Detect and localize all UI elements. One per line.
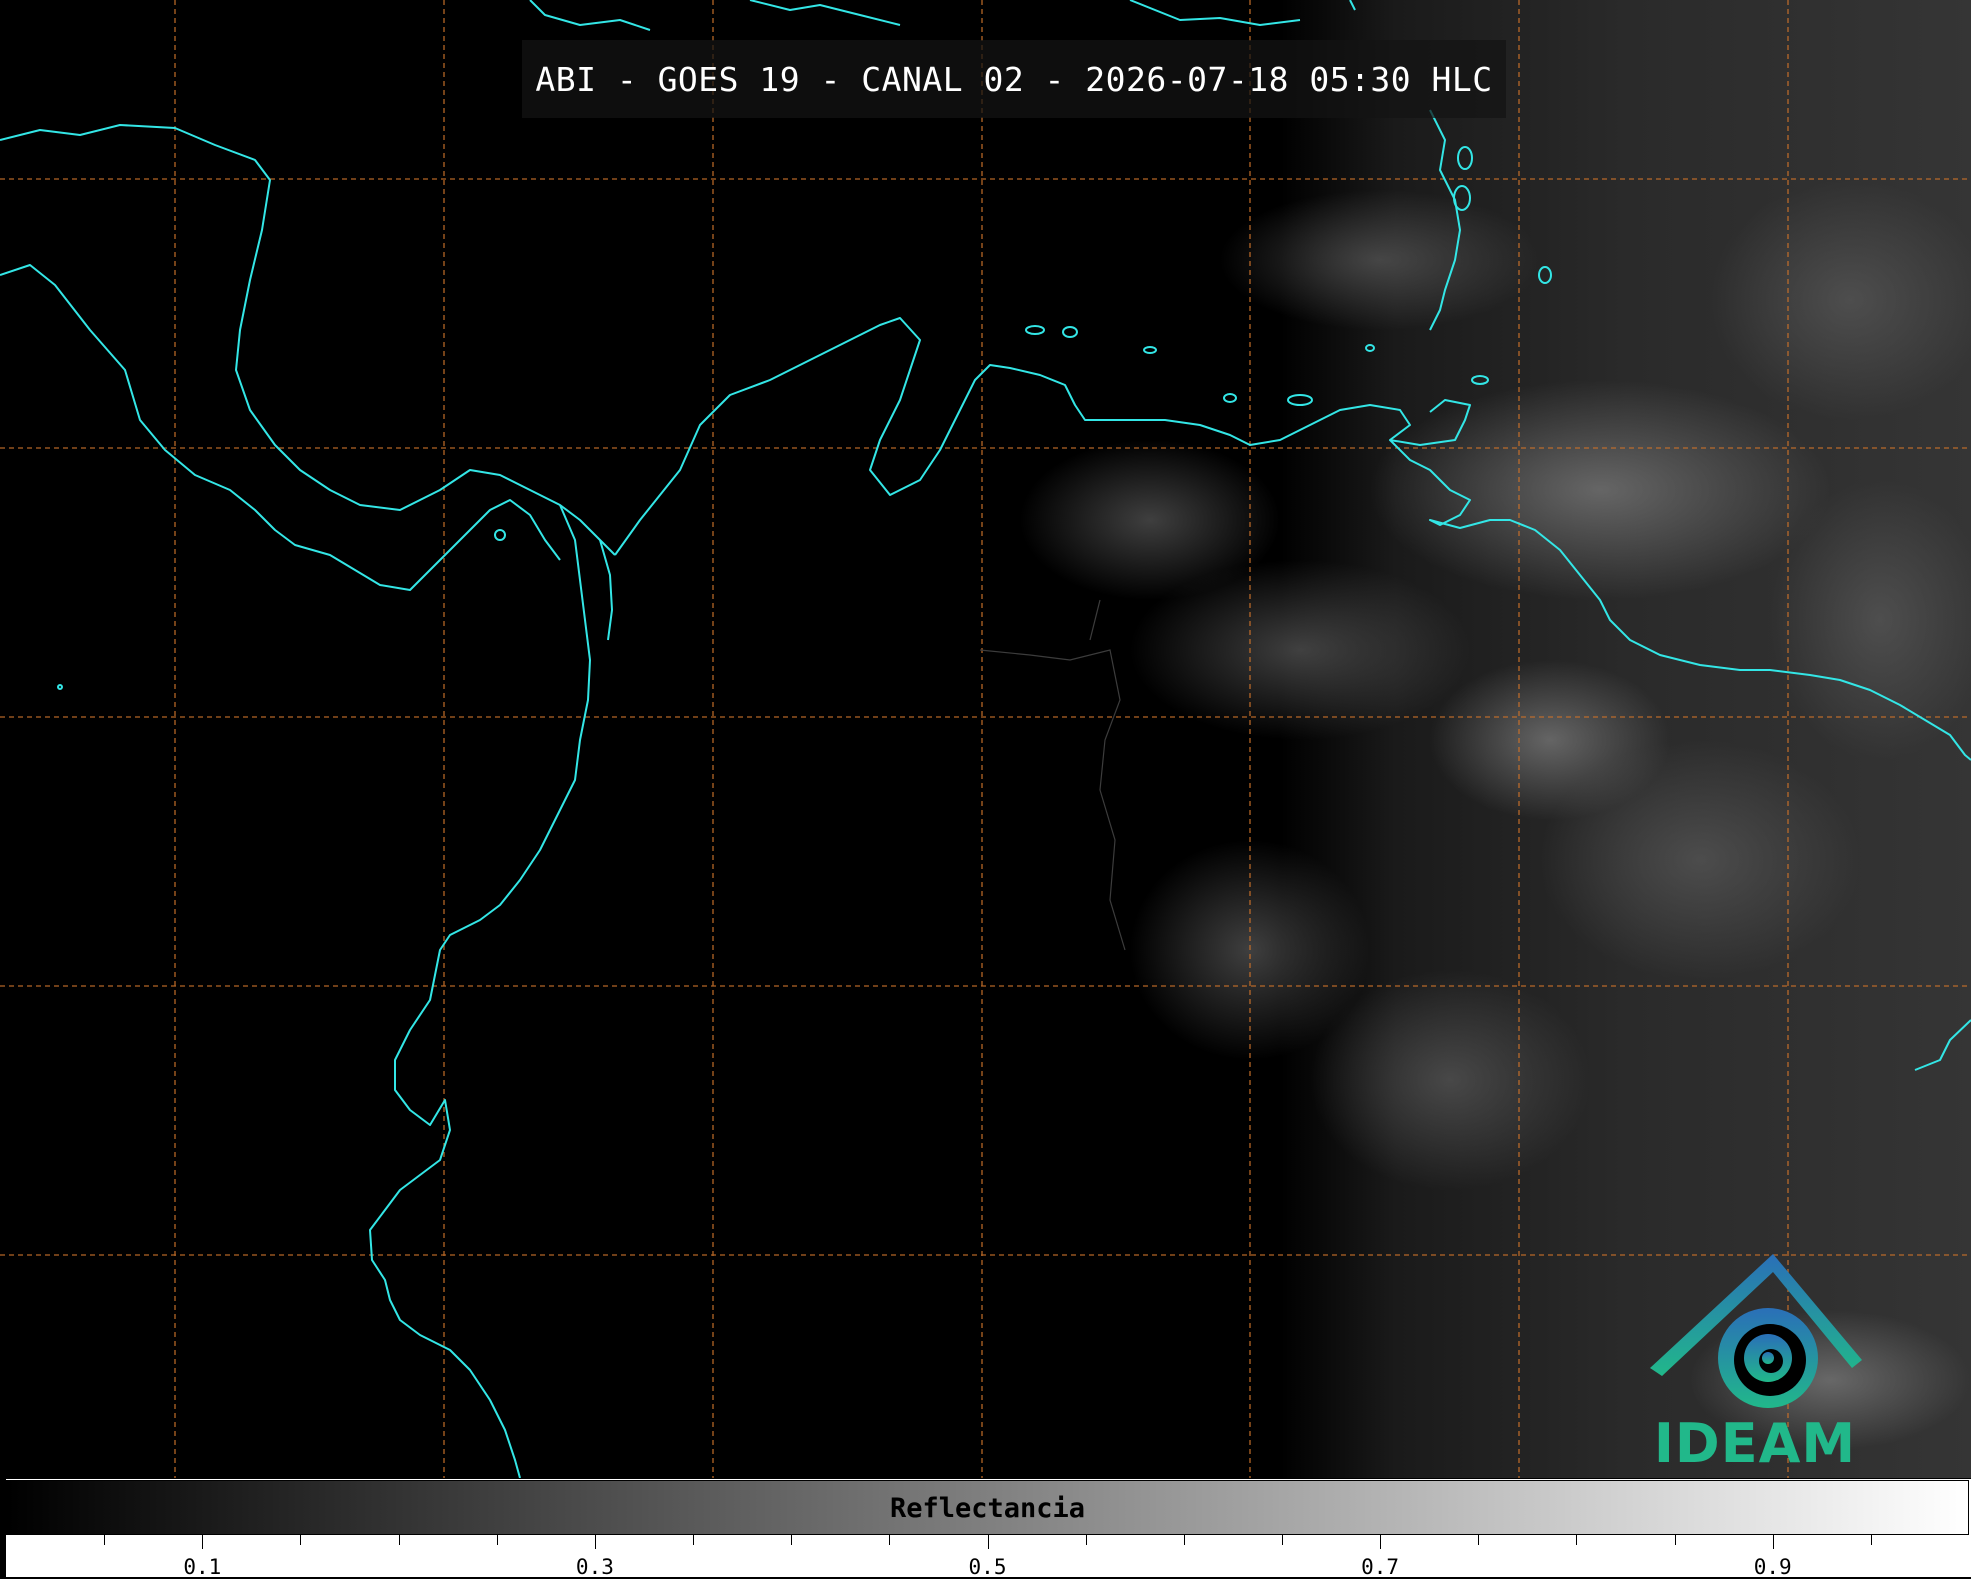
colorbar-minor-tick <box>104 1535 106 1545</box>
colorbar-ticks: 0.1 0.3 0.5 0.7 0.9 <box>6 1535 1969 1579</box>
colorbar-major-tick <box>594 1535 596 1549</box>
ideam-logo-icon <box>1650 1254 1862 1408</box>
colorbar-major-tick <box>202 1535 204 1549</box>
colorbar-tick-label: 0.7 <box>1361 1555 1400 1579</box>
colorbar-minor-tick <box>496 1535 498 1545</box>
colorbar-minor-tick <box>300 1535 302 1545</box>
colorbar-tick-label: 0.3 <box>575 1555 614 1579</box>
colorbar-minor-tick <box>693 1535 695 1545</box>
colorbar-minor-tick <box>1478 1535 1480 1545</box>
colorbar-major-tick <box>1772 1535 1774 1549</box>
colorbar-label: Reflectancia <box>889 1493 1086 1524</box>
colorbar-major-tick <box>1380 1535 1382 1549</box>
logo-text: IDEAM <box>1653 1412 1857 1475</box>
colorbar-minor-tick <box>791 1535 793 1545</box>
colorbar-major-tick <box>987 1535 989 1549</box>
colorbar-minor-tick <box>1085 1535 1087 1545</box>
colorbar-minor-tick <box>1870 1535 1872 1545</box>
colorbar-minor-tick <box>889 1535 891 1545</box>
colorbar-gradient: Reflectancia <box>6 1480 1969 1535</box>
colorbar-tick-label: 0.1 <box>183 1555 222 1579</box>
map-title: ABI - GOES 19 - CANAL 02 - 2026-07-18 05… <box>535 59 1493 99</box>
colorbar-tick-label: 0.5 <box>968 1555 1007 1579</box>
colorbar-minor-tick <box>1183 1535 1185 1545</box>
colorbar-minor-tick <box>398 1535 400 1545</box>
colorbar-minor-tick <box>1281 1535 1283 1545</box>
colorbar-minor-tick <box>1576 1535 1578 1545</box>
title-banner: ABI - GOES 19 - CANAL 02 - 2026-07-18 05… <box>522 40 1506 118</box>
ideam-logo: IDEAM <box>1640 1250 1870 1475</box>
colorbar-minor-tick <box>1674 1535 1676 1545</box>
colorbar-tick-label: 0.9 <box>1753 1555 1792 1579</box>
colorbar: Reflectancia 0.1 0.3 0.5 0.7 0.9 <box>6 1479 1971 1579</box>
